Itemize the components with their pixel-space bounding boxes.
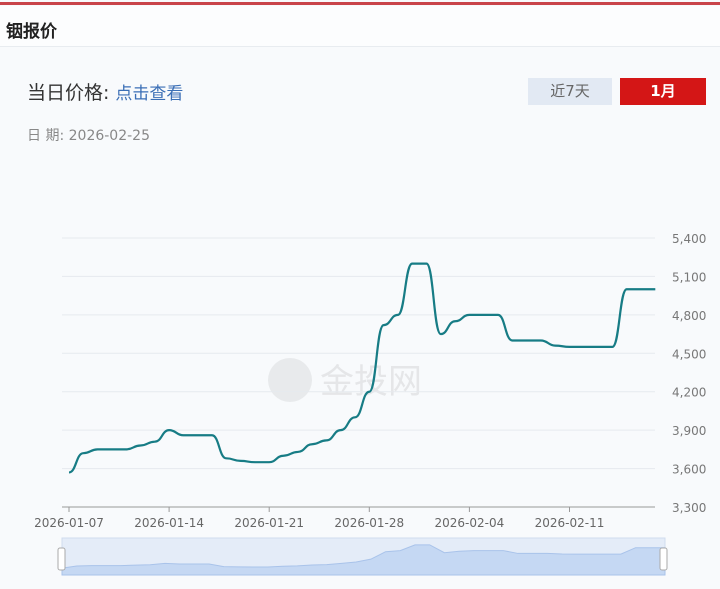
x-tick-label: 2026-02-04 <box>435 516 505 530</box>
y-tick-label: 4,800 <box>672 309 706 323</box>
y-tick-label: 5,400 <box>672 232 706 246</box>
x-tick-label: 2026-01-21 <box>234 516 304 530</box>
x-tick-label: 2026-01-28 <box>334 516 404 530</box>
y-tick-label: 3,600 <box>672 463 706 477</box>
price-chart: 金投网 3,300 3,600 3,900 4,200 4,500 4,800 5,100 5… <box>34 232 706 576</box>
x-tick-label: 2026-01-14 <box>134 516 204 530</box>
slider-right-handle[interactable] <box>659 547 668 571</box>
watermark: 金投网 <box>268 358 422 402</box>
x-tick-label: 2026-02-11 <box>535 516 605 530</box>
x-tick-label: 2026-01-07 <box>34 516 104 530</box>
watermark-logo-icon <box>268 358 312 402</box>
data-zoom-slider[interactable] <box>57 537 668 576</box>
watermark-text: 金投网 <box>320 362 422 402</box>
y-tick-label: 4,500 <box>672 347 706 361</box>
y-tick-label: 4,200 <box>672 386 706 400</box>
y-tick-label: 3,900 <box>672 424 706 438</box>
y-tick-label: 5,100 <box>672 270 706 284</box>
slider-left-handle[interactable] <box>57 547 66 571</box>
y-tick-label: 3,300 <box>672 501 706 515</box>
